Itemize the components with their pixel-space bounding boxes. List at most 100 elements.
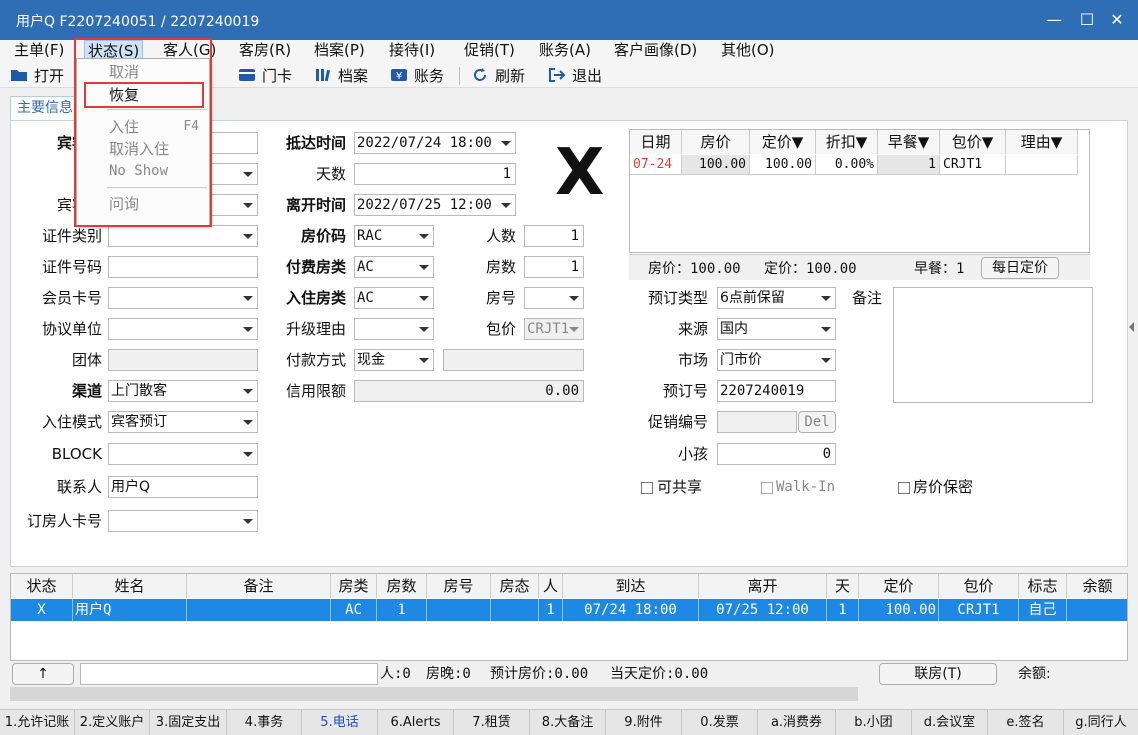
remark-textarea[interactable] xyxy=(893,287,1093,403)
contact-input[interactable]: 用户Q xyxy=(108,476,258,498)
stay-room-type-select[interactable]: AC xyxy=(354,287,434,309)
booking-no-input[interactable]: 2207240019 xyxy=(717,380,836,402)
link-rooms-button[interactable]: 联房(T) xyxy=(879,663,997,685)
persons-input[interactable]: 1 xyxy=(524,225,584,247)
grid-cell-breakfast[interactable]: 1 xyxy=(878,155,940,175)
grid-cell-reason[interactable] xyxy=(1006,155,1078,175)
rate-code-select[interactable]: RAC xyxy=(354,225,434,247)
walkin-checkbox[interactable] xyxy=(761,482,773,494)
row-flag[interactable]: 自己 xyxy=(1019,599,1067,621)
row-days[interactable]: 1 xyxy=(827,599,859,621)
agreement-unit-select[interactable] xyxy=(108,318,258,340)
tab-meeting-room[interactable]: d.会议室 xyxy=(912,710,988,735)
menu-promotion[interactable]: 促销(T) xyxy=(461,40,518,62)
menu-room[interactable]: 客房(R) xyxy=(236,40,294,62)
member-card-select[interactable] xyxy=(108,287,258,309)
row-room-no[interactable] xyxy=(427,599,491,621)
filter-input[interactable] xyxy=(80,663,378,685)
menu-accounts[interactable]: 账务(A) xyxy=(536,40,594,62)
col-fixed-rate[interactable]: 定价 xyxy=(859,574,939,598)
row-balance[interactable] xyxy=(1067,599,1127,621)
refresh-button[interactable]: 刷新 xyxy=(471,65,525,87)
grid-cell-discount[interactable]: 0.00% xyxy=(816,155,878,175)
col-arrival[interactable]: 到达 xyxy=(563,574,699,598)
child-input[interactable]: 0 xyxy=(717,443,836,465)
id-number-input[interactable] xyxy=(108,256,258,278)
daily-rate-button[interactable]: 每日定价 xyxy=(981,257,1059,279)
grid-header-reason[interactable]: 理由▼ xyxy=(1006,130,1078,154)
col-package[interactable]: 包价 xyxy=(939,574,1019,598)
pay-method-select[interactable]: 现金 xyxy=(354,349,434,371)
tab-companions[interactable]: g.同行人 xyxy=(1064,710,1138,735)
menu-customer-profile[interactable]: 客户画像(D) xyxy=(611,40,700,62)
grid-header-fixed[interactable]: 定价▼ xyxy=(750,130,816,154)
menu-main[interactable]: 主单(F) xyxy=(11,40,67,62)
archive-button[interactable]: 档案 xyxy=(314,65,368,87)
row-package[interactable]: CRJT1 xyxy=(939,599,1019,621)
room-no-select[interactable] xyxy=(524,287,584,309)
id-type-select[interactable] xyxy=(108,225,258,247)
tab-small-group[interactable]: b.小团 xyxy=(836,710,912,735)
grid-cell-rate[interactable]: 100.00 xyxy=(682,155,750,175)
menu-other[interactable]: 其他(O) xyxy=(718,40,778,62)
row-rooms[interactable]: 1 xyxy=(377,599,427,621)
pay-room-type-select[interactable]: AC xyxy=(354,256,434,278)
delete-promo-button[interactable]: Del xyxy=(798,411,836,433)
channel-select[interactable]: 上门散客 xyxy=(108,380,258,402)
col-room-state[interactable]: 房态 xyxy=(491,574,539,598)
col-remark[interactable]: 备注 xyxy=(187,574,331,598)
upgrade-reason-select[interactable] xyxy=(354,318,434,340)
col-room-no[interactable]: 房号 xyxy=(427,574,491,598)
col-rooms[interactable]: 房数 xyxy=(377,574,427,598)
collapse-arrow-icon[interactable] xyxy=(1129,322,1134,332)
grid-header-package[interactable]: 包价▼ xyxy=(940,130,1006,154)
col-name[interactable]: 姓名 xyxy=(73,574,187,598)
tab-signature[interactable]: e.签名 xyxy=(988,710,1064,735)
tab-attachments[interactable]: 9.附件 xyxy=(606,710,682,735)
grid-header-discount[interactable]: 折扣▼ xyxy=(816,130,878,154)
col-departure[interactable]: 离开 xyxy=(699,574,827,598)
open-button[interactable]: 打开 xyxy=(10,65,64,87)
exit-button[interactable]: 退出 xyxy=(548,65,602,87)
tab-affairs[interactable]: 4.事务 xyxy=(227,710,302,735)
menu-reception[interactable]: 接待(I) xyxy=(386,40,438,62)
rate-secret-checkbox[interactable] xyxy=(898,482,910,494)
row-fixed-rate[interactable]: 100.00 xyxy=(859,599,939,621)
minimize-button[interactable]: — xyxy=(1042,8,1066,32)
grid-header-breakfast[interactable]: 早餐▼ xyxy=(878,130,940,154)
row-status[interactable]: X xyxy=(11,599,73,621)
row-remark[interactable] xyxy=(187,599,331,621)
row-room-type[interactable]: AC xyxy=(331,599,377,621)
tab-alerts[interactable]: 6.Alerts xyxy=(378,710,454,735)
col-room-type[interactable]: 房类 xyxy=(331,574,377,598)
arrival-select[interactable]: 2022/07/24 18:00 xyxy=(354,132,516,154)
source-select[interactable]: 国内 xyxy=(717,318,836,340)
tab-fixed-expense[interactable]: 3.固定支出 xyxy=(150,710,227,735)
grid-header-date[interactable]: 日期 xyxy=(630,130,682,154)
tab-big-remark[interactable]: 8.大备注 xyxy=(530,710,606,735)
row-room-state[interactable] xyxy=(491,599,539,621)
col-flag[interactable]: 标志 xyxy=(1019,574,1067,598)
days-input[interactable]: 1 xyxy=(354,163,516,185)
tab-lease[interactable]: 7.租赁 xyxy=(454,710,530,735)
booker-card-select[interactable] xyxy=(108,510,258,532)
horizontal-scrollbar[interactable] xyxy=(10,687,858,701)
departure-select[interactable]: 2022/07/25 12:00 xyxy=(354,194,516,216)
row-arrival[interactable]: 07/24 18:00 xyxy=(563,599,699,621)
block-select[interactable] xyxy=(108,443,258,465)
col-status[interactable]: 状态 xyxy=(11,574,73,598)
row-name[interactable]: 用户Q xyxy=(73,599,187,621)
door-card-button[interactable]: 门卡 xyxy=(238,65,292,87)
row-persons[interactable]: 1 xyxy=(539,599,563,621)
grid-cell-date[interactable]: 07-24 xyxy=(630,155,682,175)
grid-cell-fixed[interactable]: 100.00 xyxy=(750,155,816,175)
rooms-input[interactable]: 1 xyxy=(524,256,584,278)
tab-phone[interactable]: 5.电话 xyxy=(302,710,378,735)
grid-header-rate[interactable]: 房价 xyxy=(682,130,750,154)
menu-archive[interactable]: 档案(P) xyxy=(311,40,368,62)
checkin-mode-select[interactable]: 宾客预订 xyxy=(108,411,258,433)
booking-type-select[interactable]: 6点前保留 xyxy=(717,287,836,309)
maximize-button[interactable]: ☐ xyxy=(1075,8,1099,32)
scroll-up-button[interactable]: ↑ xyxy=(12,663,74,685)
col-balance[interactable]: 余额 xyxy=(1067,574,1127,598)
